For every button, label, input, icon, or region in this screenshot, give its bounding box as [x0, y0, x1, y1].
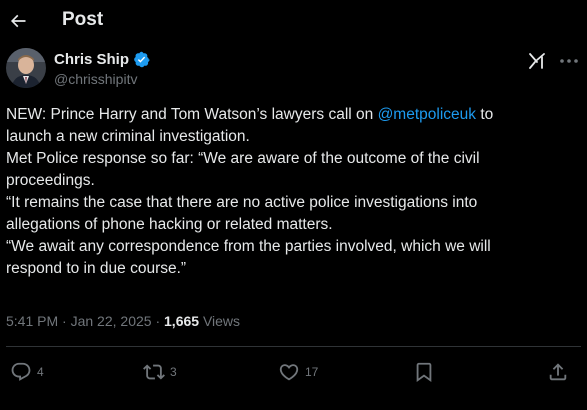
arrow-left-icon — [10, 14, 26, 28]
like-count: 17 — [305, 365, 319, 379]
post-time[interactable]: 5:41 PM — [6, 313, 58, 329]
meta-separator: · — [62, 313, 67, 329]
back-button[interactable] — [6, 6, 30, 36]
meta-separator: · — [155, 313, 161, 329]
like-button[interactable]: 17 — [278, 360, 318, 384]
post-text-segment: NEW: Prince Harry and Tom Watson’s lawye… — [6, 106, 378, 123]
divider — [6, 346, 581, 347]
repost-count: 3 — [170, 365, 177, 379]
repost-button[interactable]: 3 — [143, 360, 177, 384]
reply-button[interactable]: 4 — [10, 360, 44, 384]
post-line: “We await any correspondence from the pa… — [6, 238, 491, 255]
reply-icon — [11, 362, 31, 381]
author-name[interactable]: Chris Ship — [54, 51, 129, 68]
grok-icon — [529, 53, 545, 69]
post-text: NEW: Prince Harry and Tom Watson’s lawye… — [6, 104, 581, 280]
post-line: “It remains the case that there are no a… — [6, 194, 478, 211]
more-options-button[interactable] — [558, 52, 580, 70]
post-header: Post — [0, 0, 587, 44]
repost-icon — [143, 364, 165, 380]
post-meta: 5:41 PM · Jan 22, 2025 · 1,665 Views — [6, 313, 240, 329]
views-count: 1,665 — [164, 313, 200, 329]
post-line: launch a new criminal investigation. — [6, 128, 250, 145]
avatar[interactable] — [6, 48, 46, 88]
avatar-image — [6, 48, 46, 88]
mention-link[interactable]: @metpoliceuk — [378, 106, 476, 123]
views-label: Views — [202, 313, 241, 329]
post-date[interactable]: Jan 22, 2025 — [71, 313, 152, 329]
post-line: proceedings. — [6, 172, 95, 189]
post-line: allegations of phone hacking or related … — [6, 216, 333, 233]
post-line: Met Police response so far: “We are awar… — [6, 150, 480, 167]
reply-count: 4 — [37, 365, 44, 379]
verified-badge-icon[interactable] — [133, 51, 150, 68]
share-icon — [549, 363, 567, 381]
more-icon — [560, 59, 578, 63]
post-line: NEW: Prince Harry and Tom Watson’s lawye… — [6, 104, 581, 126]
heart-icon — [279, 364, 299, 381]
bookmark-button[interactable] — [413, 360, 435, 384]
author-handle[interactable]: @chrisshipitv — [54, 71, 137, 87]
grok-button[interactable] — [526, 50, 548, 72]
bookmark-icon — [416, 362, 432, 383]
author-name-row: Chris Ship — [54, 51, 150, 68]
page-title: Post — [62, 9, 104, 30]
post-line: respond to in due course.” — [6, 260, 187, 277]
share-button[interactable] — [547, 360, 569, 384]
post-text-segment: to — [476, 106, 494, 123]
